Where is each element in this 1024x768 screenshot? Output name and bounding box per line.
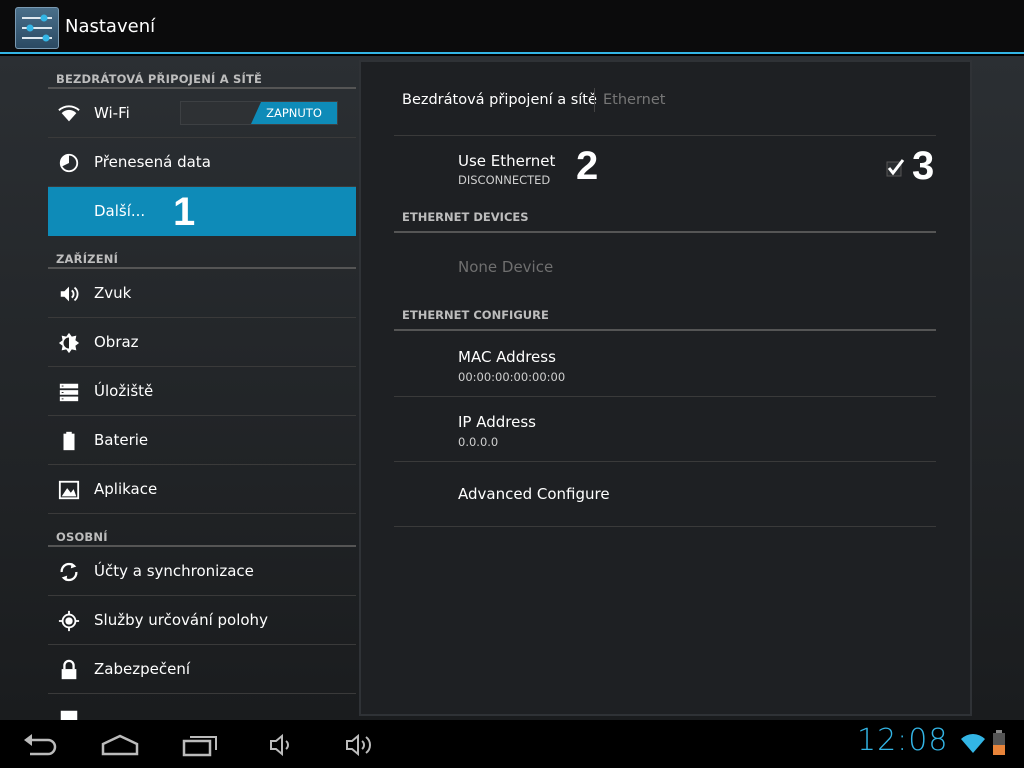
sidebar-item-label: Služby určování polohy <box>94 611 268 629</box>
sidebar-item-label: Přenesená data <box>94 153 211 171</box>
sidebar-item-location[interactable]: Služby určování polohy <box>48 596 356 645</box>
use-ethernet-preference[interactable]: Use Ethernet DISCONNECTED 2 3 <box>394 136 936 202</box>
ethernet-settings-panel: Bezdrátová připojení a sítě Ethernet Use… <box>359 60 972 716</box>
section-divider <box>394 231 936 233</box>
data-usage-icon <box>59 153 79 173</box>
sidebar-item-partial[interactable] <box>48 694 356 720</box>
ip-address-title: IP Address <box>458 413 536 431</box>
apps-icon <box>58 480 80 500</box>
sidebar-item-label: Další... <box>94 202 146 220</box>
sidebar-item-label: Úložiště <box>94 382 154 400</box>
mac-address-preference[interactable]: MAC Address 00:00:00:00:00:00 <box>394 331 936 395</box>
volume-down-icon[interactable] <box>268 732 294 758</box>
none-device-item: None Device <box>458 258 554 276</box>
lock-icon <box>61 659 77 680</box>
sidebar-item-sound[interactable]: Zvuk <box>48 269 356 318</box>
wifi-signal-icon <box>961 734 985 753</box>
breadcrumb-current: Ethernet <box>603 92 666 108</box>
settings-headers-list[interactable]: BEZDRÁTOVÁ PŘIPOJENÍ A SÍTĚ Wi-Fi ZAPNUT… <box>48 56 356 720</box>
language-icon <box>60 710 78 720</box>
category-wireless: BEZDRÁTOVÁ PŘIPOJENÍ A SÍTĚ <box>48 56 356 89</box>
wifi-toggle-on: ZAPNUTO <box>251 102 337 124</box>
advanced-configure-preference[interactable]: Advanced Configure <box>394 462 936 526</box>
ethernet-devices-header: ETHERNET DEVICES <box>402 210 529 224</box>
sidebar-item-battery[interactable]: Baterie <box>48 416 356 465</box>
battery-status-icon <box>993 730 1005 755</box>
sidebar-item-label: Aplikace <box>94 480 158 498</box>
category-personal: OSOBNÍ <box>48 514 356 547</box>
annotation-number-1: 1 <box>173 190 196 234</box>
sidebar-item-apps[interactable]: Aplikace <box>48 465 356 514</box>
speaker-icon <box>60 286 79 302</box>
brightness-icon <box>58 332 80 354</box>
recent-apps-icon[interactable] <box>182 732 220 758</box>
storage-icon <box>59 383 79 402</box>
sidebar-item-label: Wi-Fi <box>94 104 130 122</box>
sidebar-item-label: Baterie <box>94 431 149 449</box>
category-device: ZAŘÍZENÍ <box>48 236 356 269</box>
wifi-icon <box>58 105 80 122</box>
use-ethernet-status: DISCONNECTED <box>458 173 551 187</box>
mac-address-value: 00:00:00:00:00:00 <box>458 370 566 384</box>
annotation-number-2: 2 <box>576 144 599 188</box>
sidebar-item-label: Zvuk <box>94 284 132 302</box>
sliders-icon <box>22 14 52 42</box>
battery-icon <box>63 431 75 451</box>
annotation-number-3: 3 <box>912 144 935 188</box>
sidebar-item-wifi[interactable]: Wi-Fi ZAPNUTO <box>48 89 356 138</box>
sidebar-item-display[interactable]: Obraz <box>48 318 356 367</box>
mac-address-title: MAC Address <box>458 348 556 366</box>
sidebar-item-label: Obraz <box>94 333 139 351</box>
sidebar-item-label: Účty a synchronizace <box>94 562 254 580</box>
ip-address-value: 0.0.0.0 <box>458 435 499 449</box>
volume-up-icon[interactable] <box>344 732 376 758</box>
divider <box>394 526 936 527</box>
breadcrumb-parent[interactable]: Bezdrátová připojení a sítě <box>402 92 597 108</box>
sidebar-item-label: Zabezpečení <box>94 660 190 678</box>
sync-icon <box>60 562 78 582</box>
breadcrumb-divider <box>594 88 595 112</box>
sidebar-item-security[interactable]: Zabezpečení <box>48 645 356 694</box>
home-icon[interactable] <box>100 732 140 758</box>
back-icon[interactable] <box>22 732 58 758</box>
app-title: Nastavení <box>65 16 156 37</box>
sidebar-item-data-usage[interactable]: Přenesená data <box>48 138 356 187</box>
action-bar: Nastavení <box>0 0 1024 54</box>
sidebar-item-more[interactable]: Další... 1 <box>48 187 356 236</box>
sidebar-item-storage[interactable]: Úložiště <box>48 367 356 416</box>
status-clock: 12:08 <box>857 723 949 758</box>
advanced-configure-title: Advanced Configure <box>458 485 610 503</box>
use-ethernet-title: Use Ethernet <box>458 152 556 170</box>
ethernet-configure-header: ETHERNET CONFIGURE <box>402 308 549 322</box>
sidebar-item-accounts-sync[interactable]: Účty a synchronizace <box>48 547 356 596</box>
location-icon <box>58 610 80 632</box>
wifi-toggle[interactable]: ZAPNUTO <box>180 101 338 125</box>
settings-app-icon[interactable] <box>15 7 59 49</box>
use-ethernet-checkbox[interactable] <box>885 158 905 178</box>
content-area: BEZDRÁTOVÁ PŘIPOJENÍ A SÍTĚ Wi-Fi ZAPNUT… <box>0 56 1024 720</box>
ip-address-preference[interactable]: IP Address 0.0.0.0 <box>394 397 936 461</box>
